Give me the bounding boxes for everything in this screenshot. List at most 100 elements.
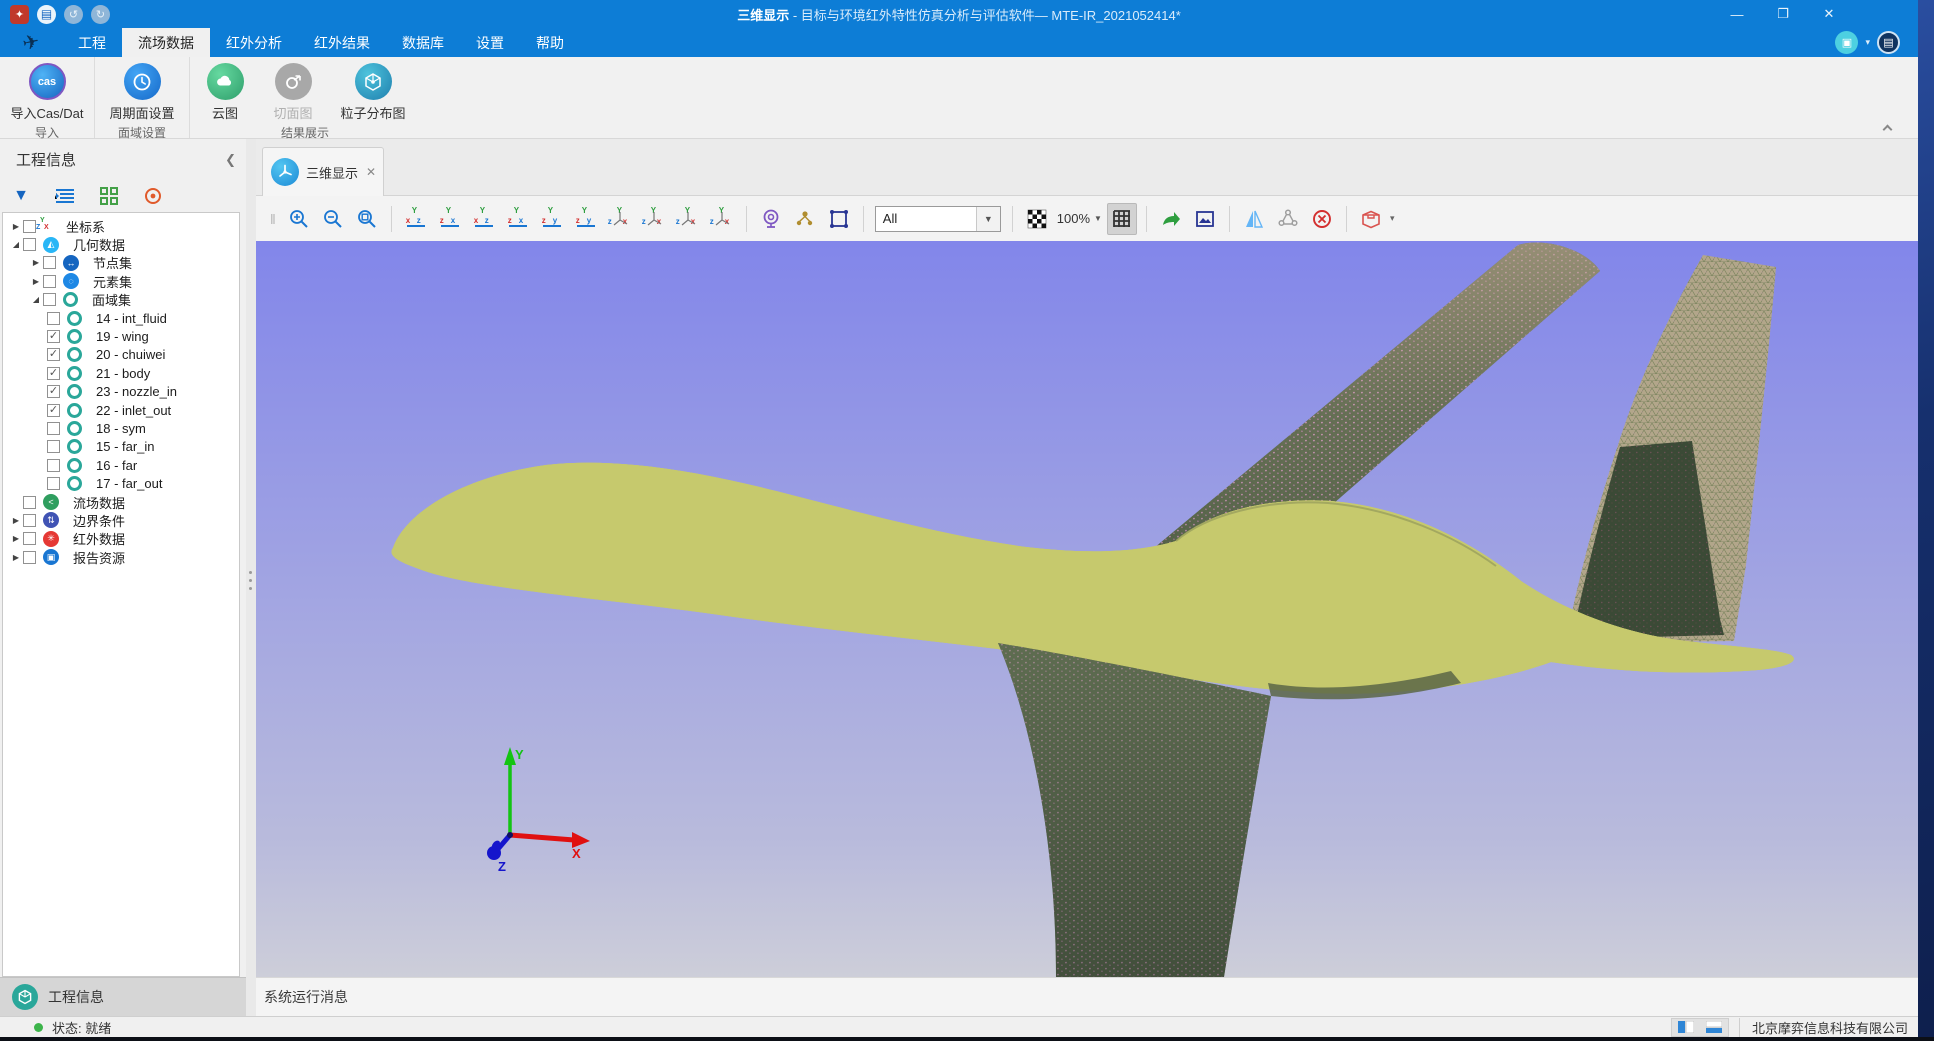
checkbox[interactable] xyxy=(47,477,60,490)
slice-plot-button[interactable]: 切面图 xyxy=(262,61,324,122)
collapsed-arrow-icon[interactable]: ▶ xyxy=(9,534,23,543)
view-iso-1-button[interactable]: Yzx xyxy=(605,203,635,235)
checkbox[interactable]: ✓ xyxy=(47,348,60,361)
package-dropdown-icon[interactable]: ▾ xyxy=(1390,213,1395,224)
tab-3d-view[interactable]: 三维显示 ✕ xyxy=(262,147,384,196)
close-button[interactable]: ✕ xyxy=(1806,0,1852,28)
tree-item[interactable]: ✓23 - nozzle_in xyxy=(3,383,239,401)
zoom-fit-button[interactable] xyxy=(352,203,382,235)
checkbox[interactable] xyxy=(23,238,36,251)
collapsed-arrow-icon[interactable]: ▶ xyxy=(29,277,43,286)
checkbox[interactable] xyxy=(43,275,56,288)
tree-item[interactable]: ▶⇅边界条件 xyxy=(3,511,239,529)
menu-item-帮助[interactable]: 帮助 xyxy=(520,28,580,57)
combo-dropdown-icon[interactable]: ▼ xyxy=(976,207,1000,231)
mesh-toggle-button[interactable] xyxy=(1107,203,1137,235)
collapsed-arrow-icon[interactable]: ▶ xyxy=(9,222,23,231)
share-view-button[interactable] xyxy=(1273,203,1303,235)
ribbon-collapse-button[interactable] xyxy=(1880,124,1894,134)
view-zy-bottom-button[interactable]: Yzy xyxy=(571,203,601,235)
collapsed-arrow-icon[interactable]: ▶ xyxy=(9,516,23,525)
probe-point-button[interactable] xyxy=(756,203,786,235)
import-cas-dat-button[interactable]: cas 导入Cas/Dat xyxy=(4,61,90,122)
list-view-icon[interactable] xyxy=(54,185,76,207)
tree-item[interactable]: 15 - far_in xyxy=(3,438,239,456)
layout-left-panel-icon[interactable] xyxy=(1672,1019,1700,1036)
view-zy-button[interactable]: Yzy xyxy=(537,203,567,235)
tree-item[interactable]: ✓21 - body xyxy=(3,364,239,382)
minimize-button[interactable]: — xyxy=(1714,0,1760,28)
expanded-arrow-icon[interactable]: ◢ xyxy=(29,295,43,304)
mirror-button[interactable] xyxy=(1239,203,1269,235)
tree-item[interactable]: 16 - far xyxy=(3,456,239,474)
layout-bottom-panel-icon[interactable] xyxy=(1700,1019,1728,1036)
checkbox[interactable] xyxy=(47,459,60,472)
tree-item[interactable]: <流场数据 xyxy=(3,493,239,511)
tree-item[interactable]: ◢面域集 xyxy=(3,291,239,309)
panel-collapse-button[interactable]: ❮ xyxy=(225,152,236,168)
package-button[interactable] xyxy=(1356,203,1386,235)
tree-item[interactable]: 17 - far_out xyxy=(3,474,239,492)
panel-footer[interactable]: 工程信息 xyxy=(0,977,246,1016)
expanded-arrow-icon[interactable]: ◢ xyxy=(9,240,23,249)
zoom-in-button[interactable] xyxy=(284,203,314,235)
checkbox[interactable] xyxy=(23,514,36,527)
tree-item[interactable]: ▶↔节点集 xyxy=(3,254,239,272)
theme-icon[interactable]: ▣ xyxy=(1835,31,1858,54)
checkbox[interactable] xyxy=(47,440,60,453)
save-document-icon[interactable]: ▤ xyxy=(37,5,56,24)
view-iso-4-button[interactable]: Yzx xyxy=(707,203,737,235)
periodic-face-settings-button[interactable]: 周期面设置 xyxy=(99,61,185,122)
toolbar-grip[interactable]: ‖ xyxy=(270,211,276,227)
checkbox[interactable]: ✓ xyxy=(47,367,60,380)
menu-item-设置[interactable]: 设置 xyxy=(460,28,520,57)
checkbox[interactable] xyxy=(23,220,36,233)
tree-item[interactable]: ✓22 - inlet_out xyxy=(3,401,239,419)
menu-item-数据库[interactable]: 数据库 xyxy=(386,28,460,57)
menu-item-流场数据[interactable]: 流场数据 xyxy=(122,28,210,57)
theme-dropdown-icon[interactable]: ▾ xyxy=(1865,37,1870,48)
collapsed-arrow-icon[interactable]: ▶ xyxy=(29,258,43,267)
tree-item[interactable]: ▶◌元素集 xyxy=(3,272,239,290)
checkbox[interactable] xyxy=(47,422,60,435)
checkbox[interactable]: ✓ xyxy=(47,385,60,398)
filter-icon[interactable]: ▼ xyxy=(10,185,32,207)
particle-distribution-button[interactable]: 粒子分布图 xyxy=(330,61,416,122)
display-filter-combo[interactable]: All ▼ xyxy=(875,206,1001,232)
tree-item[interactable]: ▶▣报告资源 xyxy=(3,548,239,566)
target-icon[interactable] xyxy=(142,185,164,207)
checkbox[interactable] xyxy=(47,312,60,325)
checkbox[interactable] xyxy=(23,496,36,509)
checkbox[interactable] xyxy=(23,532,36,545)
view-zx-button[interactable]: Yzx xyxy=(435,203,465,235)
checkbox[interactable] xyxy=(23,551,36,564)
view-iso-3-button[interactable]: Yzx xyxy=(673,203,703,235)
viewport-3d[interactable]: Y X Z xyxy=(256,241,1918,977)
tree-item[interactable]: ▶✳红外数据 xyxy=(3,530,239,548)
view-xz-button[interactable]: Yxz xyxy=(401,203,431,235)
view-xz-back-button[interactable]: Yxz xyxy=(469,203,499,235)
app-icon[interactable]: ✦ xyxy=(10,5,29,24)
box-select-button[interactable] xyxy=(824,203,854,235)
zoom-level-dropdown[interactable]: 100%▼ xyxy=(1057,211,1102,226)
menu-item-工程[interactable]: 工程 xyxy=(62,28,122,57)
menu-item-红外分析[interactable]: 红外分析 xyxy=(210,28,298,57)
view-zx-back-button[interactable]: Yzx xyxy=(503,203,533,235)
checkbox[interactable] xyxy=(43,256,56,269)
checkbox[interactable]: ✓ xyxy=(47,404,60,417)
tree-item[interactable]: ✓20 - chuiwei xyxy=(3,346,239,364)
panel-splitter[interactable] xyxy=(246,139,256,1016)
contour-plot-button[interactable]: 云图 xyxy=(194,61,256,122)
menu-item-红外结果[interactable]: 红外结果 xyxy=(298,28,386,57)
tree-item[interactable]: 14 - int_fluid xyxy=(3,309,239,327)
tree-item[interactable]: ▶YZX坐标系 xyxy=(3,217,239,235)
zoom-out-button[interactable] xyxy=(318,203,348,235)
checkbox[interactable] xyxy=(43,293,56,306)
redo-icon[interactable]: ↻ xyxy=(91,5,110,24)
tab-close-icon[interactable]: ✕ xyxy=(366,165,376,179)
cancel-button[interactable] xyxy=(1307,203,1337,235)
screenshot-button[interactable] xyxy=(1190,203,1220,235)
export-view-button[interactable] xyxy=(1156,203,1186,235)
tree-item[interactable]: 18 - sym xyxy=(3,419,239,437)
checkbox[interactable]: ✓ xyxy=(47,330,60,343)
